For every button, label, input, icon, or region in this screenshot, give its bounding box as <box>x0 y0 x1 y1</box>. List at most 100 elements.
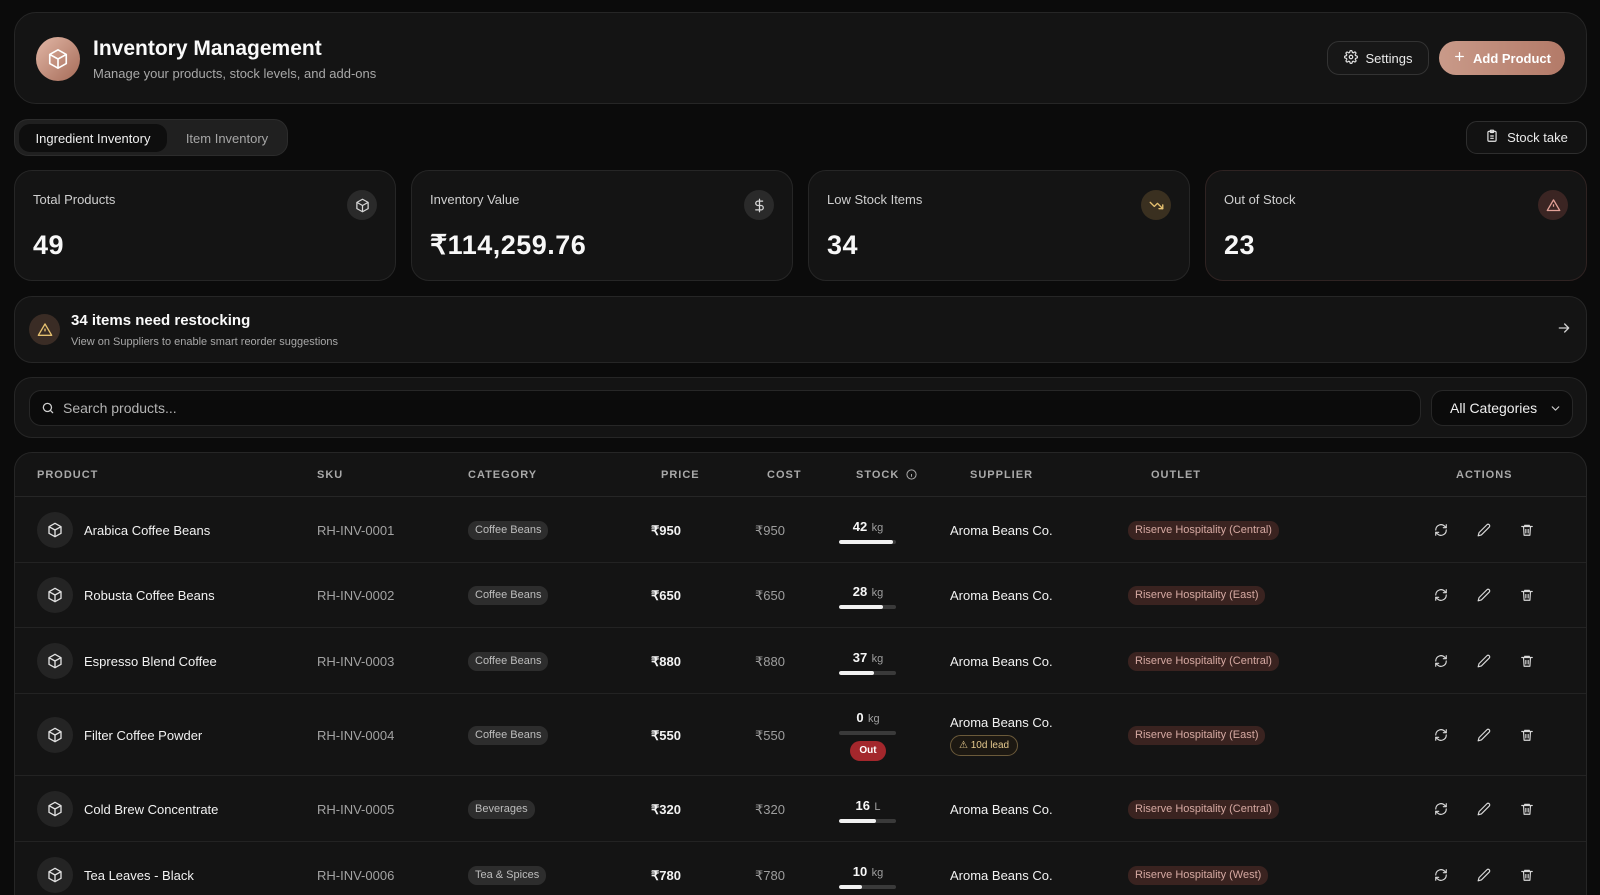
product-sku: RH-INV-0003 <box>317 654 395 669</box>
edit-button[interactable] <box>1474 865 1494 885</box>
arrow-right-icon[interactable] <box>1556 320 1572 341</box>
table-row[interactable]: Tea Leaves - Black RH-INV-0006 Tea & Spi… <box>15 842 1586 895</box>
table-header: PRODUCT SKU CATEGORY PRICE COST STOCK SU… <box>15 453 1586 497</box>
category-badge: Beverages <box>468 800 535 819</box>
outlet-badge: Riserve Hospitality (East) <box>1128 586 1266 605</box>
stock-indicator: 0 kg Out <box>839 709 897 761</box>
pencil-icon <box>1477 802 1491 816</box>
stock-take-button[interactable]: Stock take <box>1466 121 1587 154</box>
restock-subtitle: View on Suppliers to enable smart reorde… <box>71 336 339 348</box>
stock-bar-fill <box>839 819 877 823</box>
stock-bar-fill <box>839 605 884 609</box>
stock-bar <box>839 731 896 735</box>
supplier-name: Aroma Beans Co. <box>950 523 1053 538</box>
refresh-icon <box>1435 869 1447 881</box>
restock-button[interactable] <box>1431 651 1451 671</box>
restock-banner[interactable]: 34 items need restocking View on Supplie… <box>14 296 1587 363</box>
delete-button[interactable] <box>1517 585 1537 605</box>
stock-bar-fill <box>839 540 894 544</box>
table-row[interactable]: Espresso Blend Coffee RH-INV-0003 Coffee… <box>15 628 1586 694</box>
product-name: Cold Brew Concentrate <box>84 802 219 817</box>
category-select[interactable]: All Categories <box>1431 390 1573 426</box>
stock-value: 28 <box>852 584 868 599</box>
edit-button[interactable] <box>1474 520 1494 540</box>
stat-label: Out of Stock <box>1224 192 1296 207</box>
info-icon[interactable] <box>906 469 917 483</box>
stat-label: Inventory Value <box>430 192 520 207</box>
delete-button[interactable] <box>1517 799 1537 819</box>
plus-icon <box>1453 50 1466 66</box>
settings-button[interactable]: Settings <box>1327 41 1429 75</box>
stat-value: 23 <box>1224 230 1256 260</box>
edit-button[interactable] <box>1474 799 1494 819</box>
page-subtitle: Manage your products, stock levels, and … <box>93 66 377 81</box>
restock-button[interactable] <box>1431 865 1451 885</box>
refresh-icon <box>1435 803 1447 815</box>
restock-button[interactable] <box>1431 725 1451 745</box>
stock-indicator: 42 kg <box>839 518 897 544</box>
category-badge: Tea & Spices <box>468 866 547 885</box>
product-price: ₹650 <box>651 588 681 603</box>
delete-button[interactable] <box>1517 725 1537 745</box>
product-price: ₹550 <box>651 728 681 743</box>
tab-ingredient-inventory[interactable]: Ingredient Inventory <box>19 124 167 152</box>
stock-value: 37 <box>852 650 868 665</box>
product-cost: ₹780 <box>755 868 785 883</box>
trash-icon <box>1521 869 1533 881</box>
cube-icon <box>37 512 73 548</box>
tab-item-inventory[interactable]: Item Inventory <box>171 124 283 152</box>
cube-icon <box>36 37 80 81</box>
product-sku: RH-INV-0006 <box>317 868 395 883</box>
trash-icon <box>1521 589 1533 601</box>
column-header-actions: ACTIONS <box>1456 469 1513 481</box>
table-row[interactable]: Filter Coffee Powder RH-INV-0004 Coffee … <box>15 694 1586 776</box>
stock-indicator: 10 kg <box>839 863 897 889</box>
pencil-icon <box>1477 728 1491 742</box>
product-cost: ₹880 <box>755 654 785 669</box>
stat-value: 49 <box>33 230 65 260</box>
add-product-button[interactable]: Add Product <box>1439 41 1565 75</box>
table-row[interactable]: Arabica Coffee Beans RH-INV-0001 Coffee … <box>15 497 1586 563</box>
dollar-icon <box>744 190 774 220</box>
edit-button[interactable] <box>1474 725 1494 745</box>
stock-unit: kg <box>871 867 884 879</box>
lead-time-label: 10d lead <box>970 740 1010 751</box>
product-cost: ₹650 <box>755 588 785 603</box>
cube-icon <box>37 577 73 613</box>
product-name: Espresso Blend Coffee <box>84 654 217 669</box>
product-cost: ₹550 <box>755 728 785 743</box>
pencil-icon <box>1477 654 1491 668</box>
settings-label: Settings <box>1365 50 1413 66</box>
product-sku: RH-INV-0005 <box>317 802 395 817</box>
restock-button[interactable] <box>1431 799 1451 819</box>
restock-button[interactable] <box>1431 585 1451 605</box>
clipboard-icon <box>1485 129 1499 146</box>
stock-indicator: 16 L <box>839 797 897 823</box>
page-header: Inventory Management Manage your product… <box>14 12 1587 104</box>
stock-bar-fill <box>839 671 875 675</box>
pencil-icon <box>1477 523 1491 537</box>
search-field <box>29 390 1421 426</box>
edit-button[interactable] <box>1474 585 1494 605</box>
stock-value: 42 <box>852 519 868 534</box>
search-input[interactable] <box>63 391 1413 425</box>
alert-triangle-icon <box>1538 190 1568 220</box>
outlet-badge: Riserve Hospitality (East) <box>1128 726 1266 745</box>
table-row[interactable]: Robusta Coffee Beans RH-INV-0002 Coffee … <box>15 563 1586 628</box>
product-name: Arabica Coffee Beans <box>84 523 211 538</box>
delete-button[interactable] <box>1517 865 1537 885</box>
stock-unit: kg <box>871 587 884 599</box>
stock-value: 0 <box>856 710 864 725</box>
table-row[interactable]: Cold Brew Concentrate RH-INV-0005 Bevera… <box>15 776 1586 842</box>
cube-icon <box>37 791 73 827</box>
edit-button[interactable] <box>1474 651 1494 671</box>
category-badge: Coffee Beans <box>468 726 549 745</box>
delete-button[interactable] <box>1517 520 1537 540</box>
restock-button[interactable] <box>1431 520 1451 540</box>
products-table: PRODUCT SKU CATEGORY PRICE COST STOCK SU… <box>14 452 1587 895</box>
supplier-name: Aroma Beans Co. <box>950 802 1053 817</box>
outlet-badge: Riserve Hospitality (West) <box>1128 866 1269 885</box>
column-header-cost: COST <box>767 469 802 481</box>
outlet-badge: Riserve Hospitality (Central) <box>1128 652 1279 671</box>
delete-button[interactable] <box>1517 651 1537 671</box>
